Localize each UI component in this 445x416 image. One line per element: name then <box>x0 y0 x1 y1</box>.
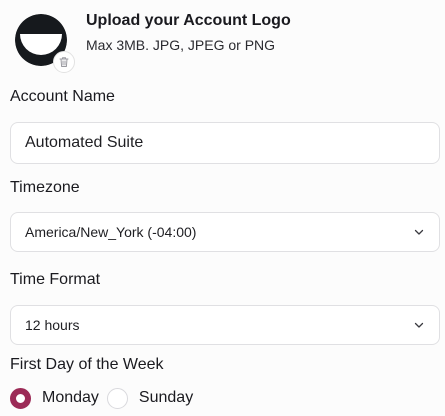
first-day-label: First Day of the Week <box>10 356 164 373</box>
chevron-down-icon <box>413 226 425 238</box>
radio-monday[interactable] <box>10 387 31 409</box>
time-format-select[interactable]: 12 hours <box>10 305 440 345</box>
timezone-select[interactable]: America/New_York (-04:00) <box>10 212 440 252</box>
time-format-value: 12 hours <box>25 317 80 333</box>
account-name-input[interactable] <box>11 123 439 163</box>
time-format-label: Time Format <box>10 271 101 288</box>
account-settings-form: Upload your Account Logo Max 3MB. JPG, J… <box>0 0 445 416</box>
account-name-label: Account Name <box>10 88 115 105</box>
radio-label-monday: Monday <box>42 389 99 406</box>
trash-icon <box>59 57 69 67</box>
delete-logo-button[interactable] <box>53 51 75 73</box>
upload-subtitle: Max 3MB. JPG, JPEG or PNG <box>86 37 276 53</box>
upload-title: Upload your Account Logo <box>86 12 291 29</box>
timezone-label: Timezone <box>10 179 80 196</box>
radio-label-sunday: Sunday <box>138 389 194 406</box>
first-day-radio-group: Monday Sunday <box>10 386 193 410</box>
radio-option-sunday[interactable]: Sunday <box>106 387 194 409</box>
chevron-down-icon <box>413 319 425 331</box>
account-name-field[interactable] <box>10 122 440 164</box>
timezone-value: America/New_York (-04:00) <box>25 224 197 240</box>
account-logo[interactable] <box>15 14 75 73</box>
radio-option-monday[interactable]: Monday <box>10 387 99 409</box>
radio-sunday[interactable] <box>106 387 128 409</box>
